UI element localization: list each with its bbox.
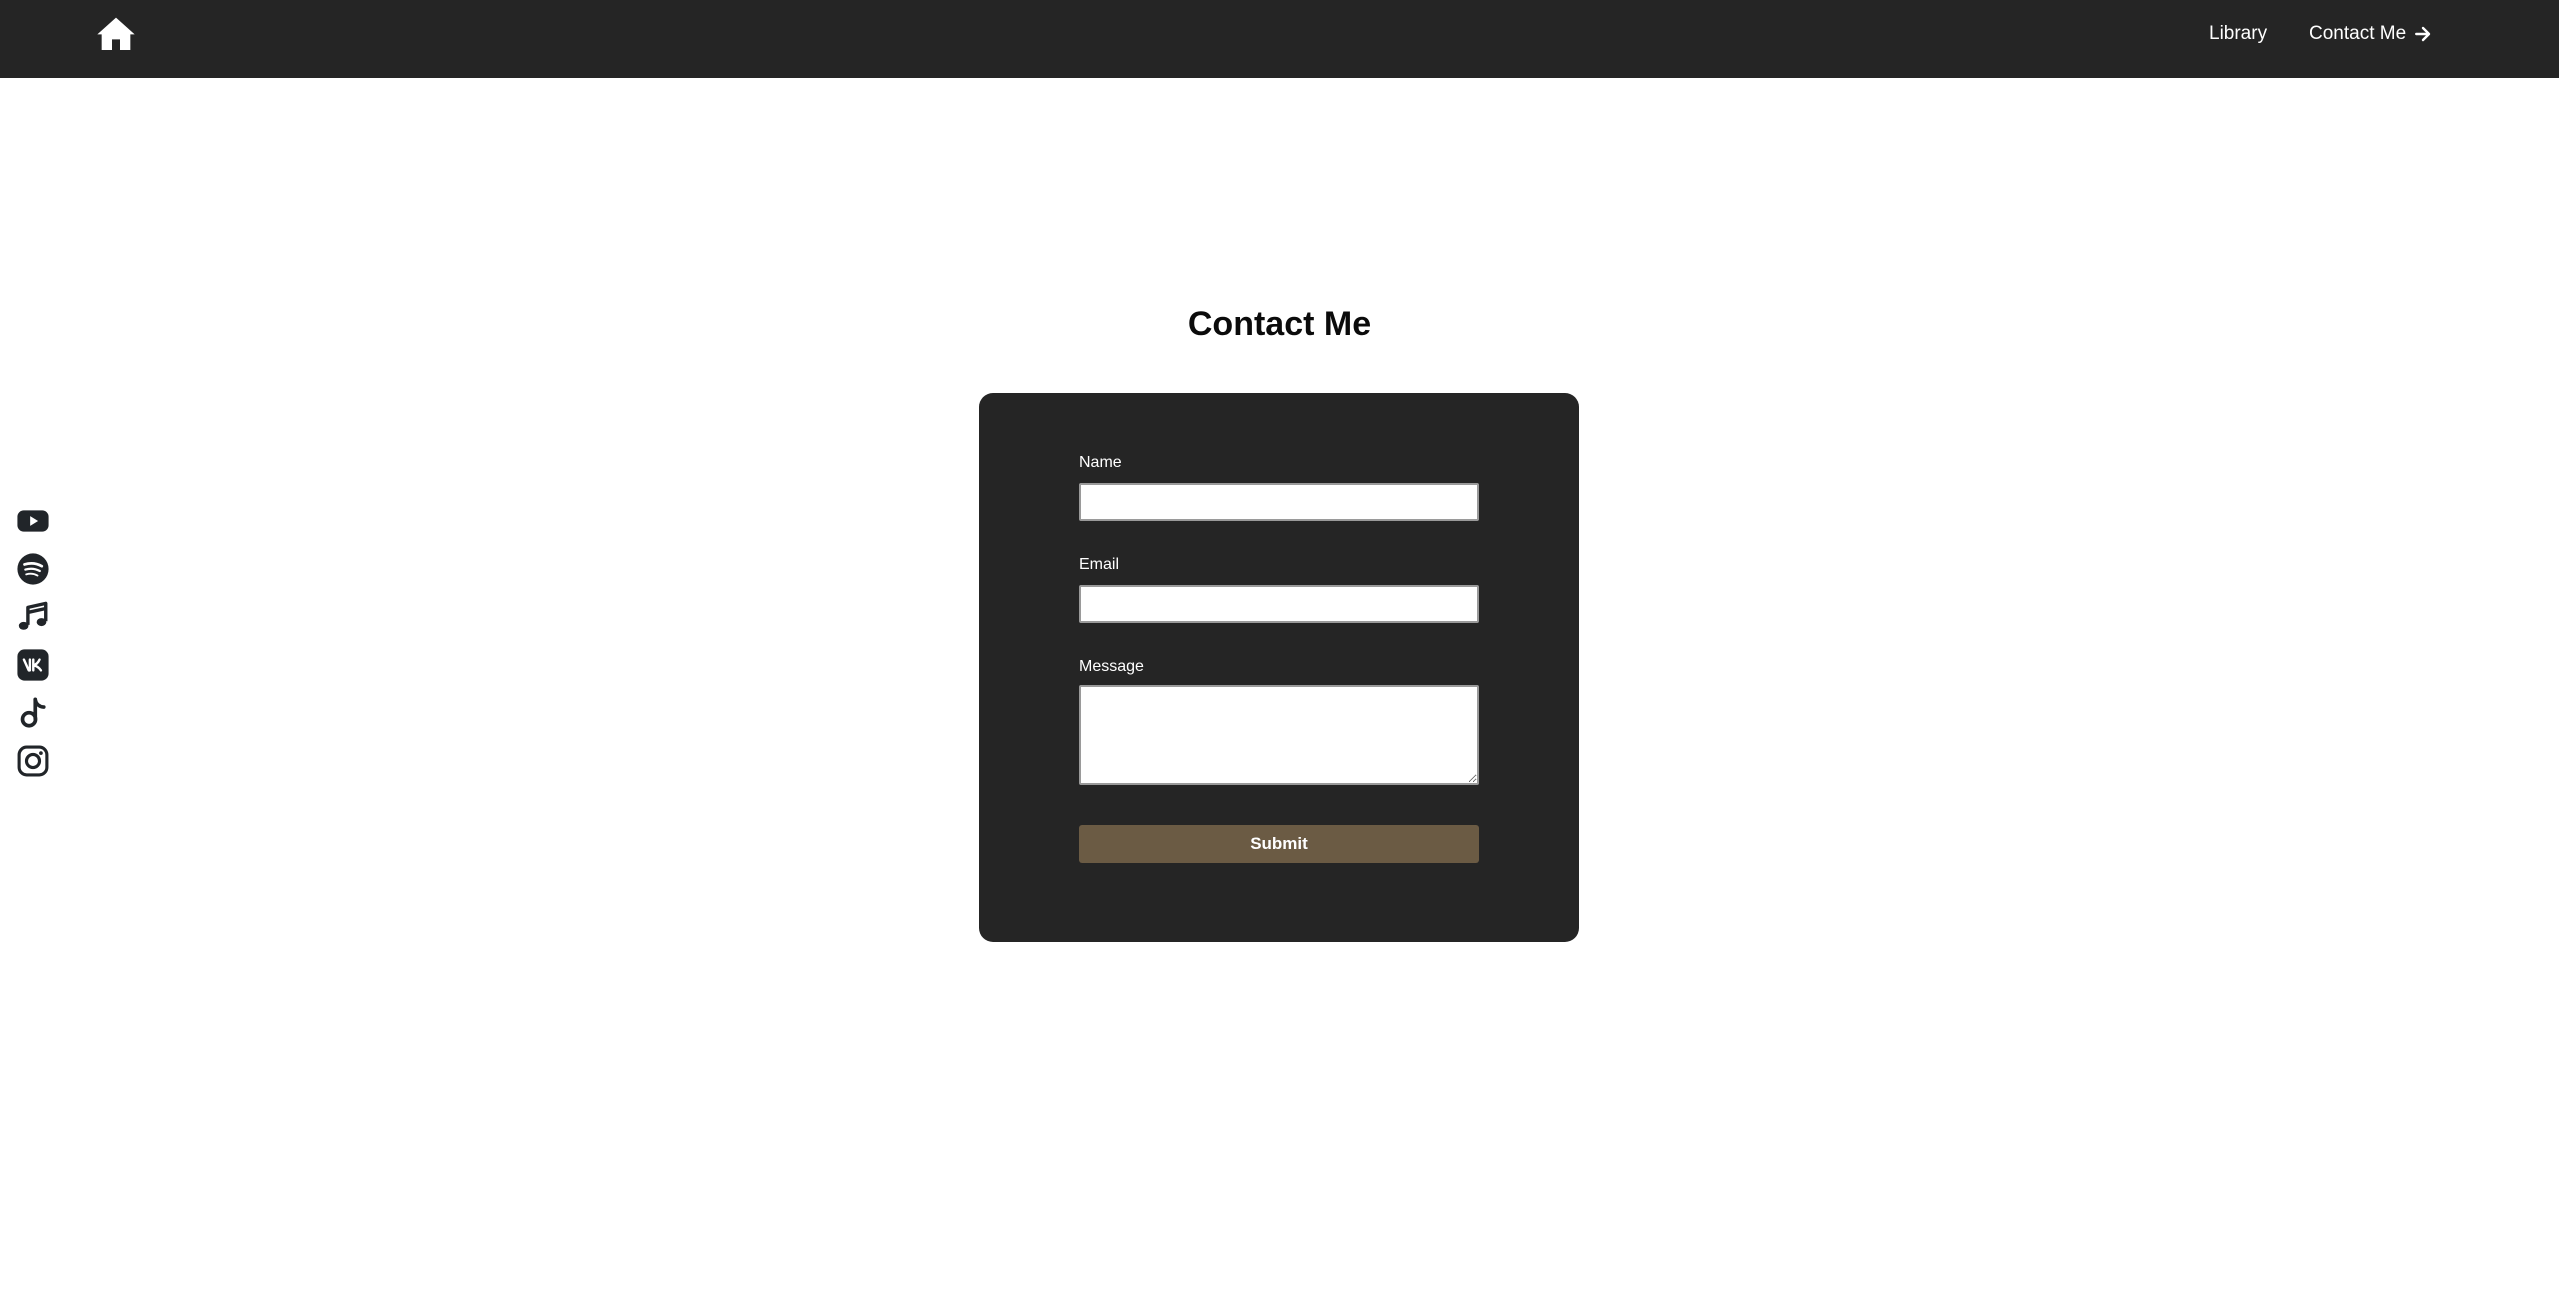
nav-link-library[interactable]: Library [2209,22,2267,46]
instagram-link[interactable] [16,744,50,778]
name-label: Name [1079,454,1122,471]
page-title: Contact Me [1187,305,1372,343]
message-field[interactable] [1079,685,1479,785]
top-navbar: Library Contact Me [0,0,2559,78]
youtube-link[interactable] [16,504,50,538]
contact-form: Name Email Message Submit [979,393,1579,942]
vk-link[interactable] [16,648,50,682]
home-link[interactable] [96,14,136,54]
tiktok-icon [20,697,46,728]
spotify-link[interactable] [16,552,50,586]
arrow-right-icon [2415,26,2431,42]
instagram-icon [17,745,49,777]
nav-link-contact-me-label: Contact Me [2309,23,2407,44]
music-link[interactable] [16,600,50,634]
music-note-icon [18,601,48,630]
message-label: Message [1079,658,1144,675]
spotify-icon [17,553,49,585]
vk-icon [17,649,49,681]
submit-button[interactable]: Submit [1079,825,1479,863]
social-links [16,504,50,792]
nav-link-library-label: Library [2209,23,2268,44]
nav-link-contact-me[interactable]: Contact Me [2309,22,2432,46]
youtube-icon [17,510,49,532]
tiktok-link[interactable] [16,696,50,730]
name-field[interactable] [1079,483,1479,521]
email-field[interactable] [1079,585,1479,623]
email-label: Email [1079,556,1120,573]
home-icon [97,17,135,51]
